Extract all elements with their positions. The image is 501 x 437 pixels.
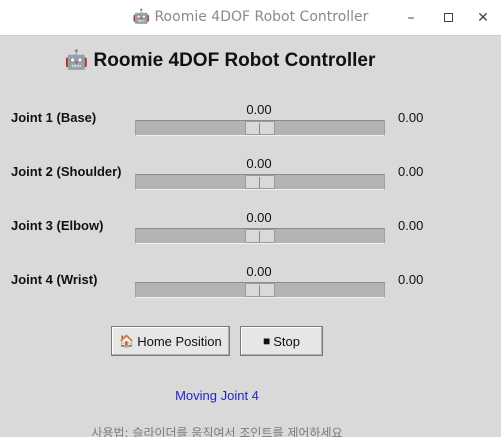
joint-2-slider-value: 0.00 — [246, 156, 272, 171]
stop-square-icon: ■ — [263, 334, 271, 348]
window-titlebar: 🤖 Roomie 4DOF Robot Controller – ✕ — [0, 0, 501, 36]
joint-1-slider-value: 0.00 — [246, 102, 272, 117]
joint-1-label: Joint 1 (Base) — [11, 110, 97, 125]
joint-3-label: Joint 3 (Elbow) — [11, 218, 104, 233]
joint-4-slider-value: 0.00 — [246, 264, 272, 279]
joint-3-readout: 0.00 — [398, 218, 424, 233]
joint-2-readout: 0.00 — [398, 164, 424, 179]
joint-2-label: Joint 2 (Shoulder) — [11, 164, 122, 179]
home-position-button[interactable]: 🏠 Home Position — [111, 326, 230, 356]
joint-4-label: Joint 4 (Wrist) — [11, 272, 98, 287]
page-title: 🤖 Roomie 4DOF Robot Controller — [64, 50, 376, 71]
joint-3-slider-handle[interactable] — [245, 229, 275, 243]
minimize-icon[interactable]: – — [401, 8, 421, 28]
stop-label: Stop — [273, 333, 300, 349]
joint-4-slider[interactable] — [135, 282, 385, 298]
maximize-icon[interactable] — [438, 8, 458, 28]
status-text: Moving Joint 4 — [175, 388, 259, 403]
house-icon: 🏠 — [119, 334, 135, 348]
usage-hint: 사용법: 슬라이더를 움직여서 조인트를 제어하세요 — [91, 426, 343, 437]
window-title: 🤖 Roomie 4DOF Robot Controller — [132, 9, 369, 25]
joint-1-slider-handle[interactable] — [245, 121, 275, 135]
home-position-label: Home Position — [137, 333, 222, 349]
joint-2-slider[interactable] — [135, 174, 385, 190]
stop-button[interactable]: ■ Stop — [240, 326, 323, 356]
joint-3-slider[interactable] — [135, 228, 385, 244]
close-icon[interactable]: ✕ — [473, 8, 493, 28]
joint-4-readout: 0.00 — [398, 272, 424, 287]
joint-4-slider-handle[interactable] — [245, 283, 275, 297]
joint-2-slider-handle[interactable] — [245, 175, 275, 189]
joint-1-readout: 0.00 — [398, 110, 424, 125]
joint-3-slider-value: 0.00 — [246, 210, 272, 225]
joint-1-slider[interactable] — [135, 120, 385, 136]
